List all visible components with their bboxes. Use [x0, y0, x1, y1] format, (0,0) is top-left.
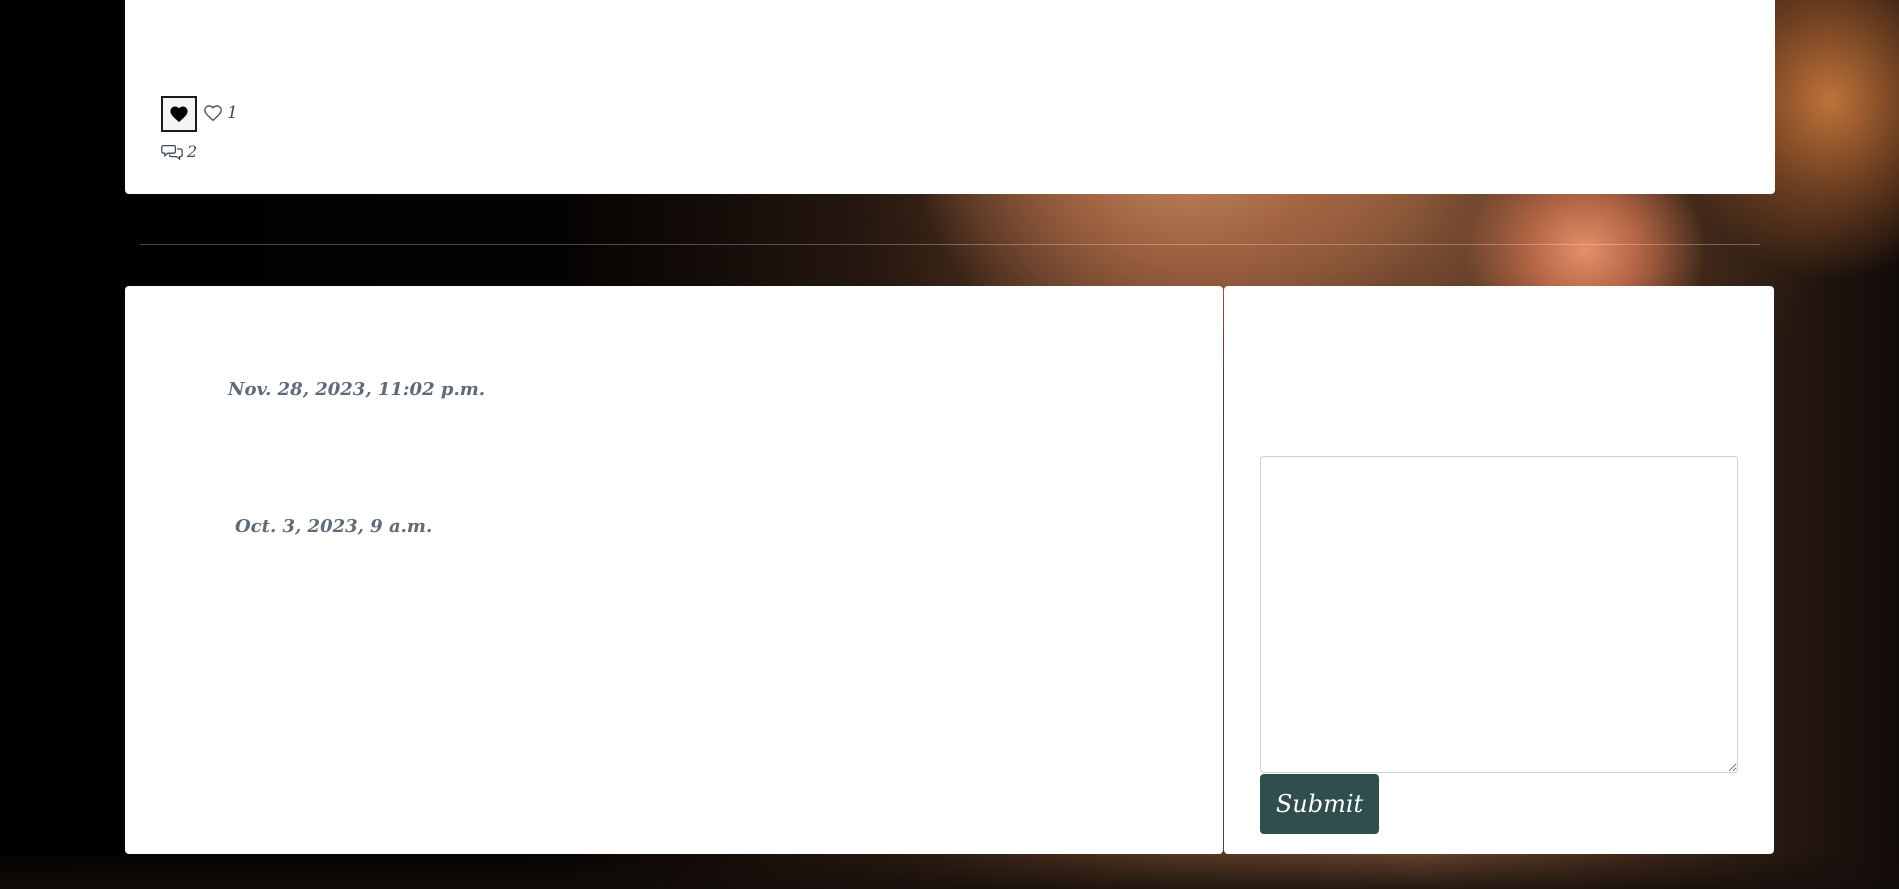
comment-count-value: 2 — [187, 142, 198, 161]
heart-outline-icon — [204, 105, 222, 122]
comment-date: Nov. 28, 2023, 11:02 p.m. — [228, 379, 486, 400]
like-button[interactable] — [161, 96, 197, 132]
like-count-value: 1 — [227, 103, 238, 123]
comment-form: Submit — [1224, 286, 1774, 854]
comments-list: Nov. 28, 2023, 11:02 p.m. Oct. 3, 2023, … — [125, 286, 1223, 854]
section-divider — [140, 244, 1760, 245]
comment-textarea[interactable] — [1260, 456, 1738, 773]
heart-filled-icon — [170, 106, 188, 123]
post-card: 1 2 — [125, 0, 1775, 194]
comment-date: Oct. 3, 2023, 9 a.m. — [235, 516, 433, 537]
chat-bubbles-icon — [161, 144, 183, 160]
like-count: 1 — [203, 103, 238, 123]
comment-count: 2 — [161, 142, 197, 161]
submit-button[interactable]: Submit — [1260, 774, 1379, 834]
background-shade — [0, 849, 1899, 889]
